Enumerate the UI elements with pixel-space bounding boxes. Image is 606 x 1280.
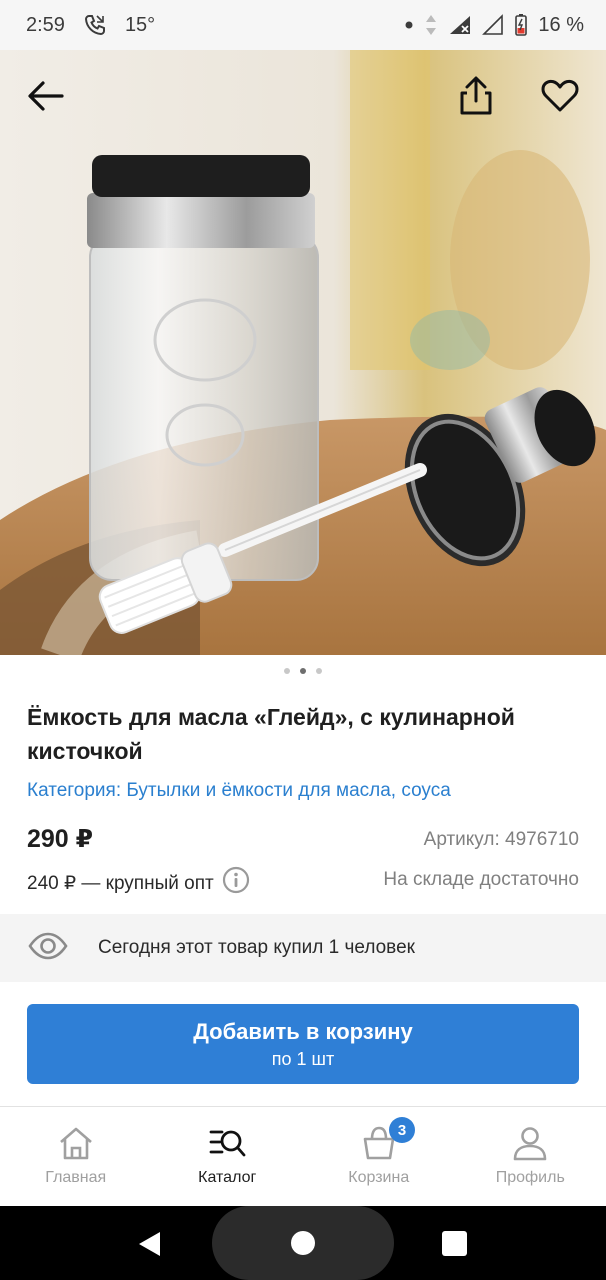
pagination-dot-active[interactable] bbox=[300, 668, 306, 674]
nav-cart-label: Корзина bbox=[348, 1169, 410, 1186]
data-arrows-icon bbox=[424, 14, 438, 36]
share-icon bbox=[460, 76, 492, 115]
heart-icon bbox=[541, 79, 579, 112]
pagination-dot[interactable] bbox=[284, 668, 290, 674]
battery-icon bbox=[514, 13, 528, 37]
category-link[interactable]: Категория: Бутылки и ёмкости для масла, … bbox=[27, 780, 451, 802]
signal-empty-icon bbox=[482, 14, 504, 36]
nav-catalog[interactable]: Каталог bbox=[152, 1107, 304, 1206]
purchase-activity-text: Сегодня этот товар купил 1 человек bbox=[98, 937, 415, 958]
arrow-left-icon bbox=[28, 81, 64, 111]
product-title: Ёмкость для масла «Глейд», с кулинарной … bbox=[27, 704, 515, 764]
system-back-icon[interactable] bbox=[136, 1230, 164, 1258]
share-button[interactable] bbox=[448, 68, 504, 124]
status-temperature: 15° bbox=[124, 13, 156, 36]
nav-home-label: Главная bbox=[45, 1169, 107, 1186]
add-to-cart-quantity: по 1 шт bbox=[271, 1048, 335, 1069]
pagination-dot[interactable] bbox=[316, 668, 322, 674]
add-to-cart-label: Добавить в корзину bbox=[193, 1018, 413, 1044]
system-navigation-bar bbox=[0, 1206, 606, 1280]
call-icon bbox=[83, 13, 107, 37]
profile-icon bbox=[513, 1127, 547, 1161]
catalog-search-icon bbox=[209, 1130, 246, 1157]
status-battery: 16 % bbox=[538, 13, 584, 36]
home-icon bbox=[59, 1127, 92, 1160]
back-button[interactable] bbox=[18, 68, 74, 124]
nav-home[interactable]: Главная bbox=[0, 1107, 152, 1206]
system-recents-icon[interactable] bbox=[442, 1231, 467, 1256]
product-price: 290 ₽ bbox=[27, 825, 94, 853]
cart-count-badge: 3 bbox=[389, 1117, 415, 1143]
dot-icon bbox=[404, 20, 414, 30]
product-image-gallery[interactable] bbox=[0, 50, 606, 655]
gallery-pagination bbox=[0, 668, 606, 674]
nav-catalog-label: Каталог bbox=[198, 1169, 257, 1186]
signal-icon bbox=[448, 14, 472, 36]
bottom-navigation: Главная Каталог 3 Корзина Профиль bbox=[0, 1106, 606, 1206]
wholesale-price-text: 240 ₽ — крупный опт bbox=[27, 872, 214, 894]
nav-profile[interactable]: Профиль bbox=[455, 1107, 606, 1206]
product-sku: Артикул: 4976710 bbox=[423, 829, 579, 850]
status-time: 2:59 bbox=[26, 13, 65, 36]
purchase-activity-banner: Сегодня этот товар купил 1 человек bbox=[0, 914, 606, 982]
favorite-button[interactable] bbox=[532, 68, 588, 124]
nav-cart[interactable]: 3 Корзина bbox=[303, 1107, 455, 1206]
wholesale-price: 240 ₽ — крупный опт bbox=[27, 866, 250, 900]
product-photo bbox=[0, 50, 606, 655]
info-icon[interactable] bbox=[222, 866, 250, 900]
status-bar: 2:59 15° 16 % bbox=[0, 0, 606, 50]
eye-icon bbox=[28, 932, 68, 965]
stock-status: На складе достаточно bbox=[383, 869, 579, 890]
nav-profile-label: Профиль bbox=[495, 1169, 565, 1186]
system-home-icon[interactable] bbox=[291, 1231, 315, 1255]
add-to-cart-button[interactable]: Добавить в корзину по 1 шт bbox=[27, 1004, 579, 1084]
